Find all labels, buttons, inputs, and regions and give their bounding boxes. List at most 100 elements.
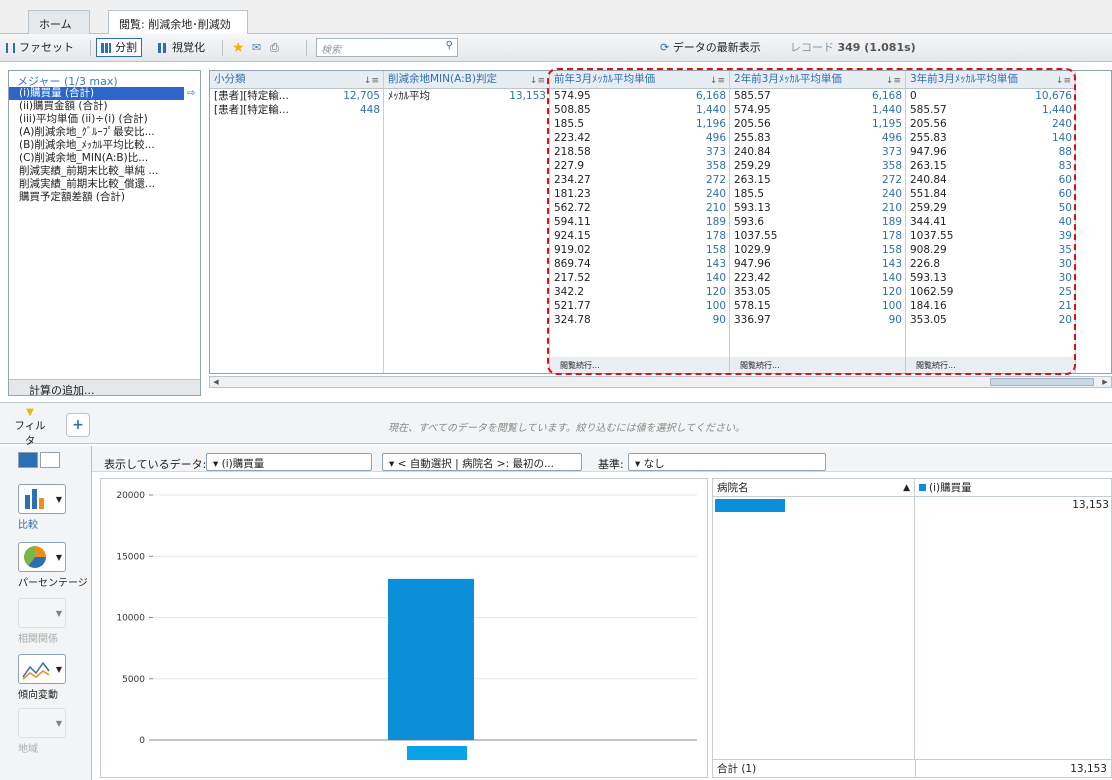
percentage-chart-button[interactable]: ▼ パーセンテージ <box>18 542 88 589</box>
grid-row[interactable]: 344.41 40 <box>906 215 1075 229</box>
grid-row[interactable]: 259.29 358 <box>730 159 905 173</box>
sort-icon[interactable]: ↓≡ <box>710 73 725 88</box>
grid-row[interactable]: 227.9 358 <box>550 159 729 173</box>
grid-row[interactable]: 574.95 1,440 <box>730 103 905 117</box>
grid-row[interactable]: 205.56 240 <box>906 117 1075 131</box>
grid-row[interactable]: 1037.55 39 <box>906 229 1075 243</box>
measure-item[interactable]: (iii)平均単価 (ii)÷(i) (合計) <box>9 113 200 126</box>
grid-row[interactable]: 226.8 30 <box>906 257 1075 271</box>
column-header[interactable]: 3年前3月ﾒｯｶﾙ平均単価 ↓≡ <box>906 71 1075 89</box>
grid-row[interactable]: 181.23 240 <box>550 187 729 201</box>
region-chart-button[interactable]: ▼ 地域 <box>18 708 68 755</box>
grid-row[interactable]: 184.16 21 <box>906 299 1075 313</box>
measure-drag-icon[interactable]: ⇨ <box>187 88 195 99</box>
grid-row[interactable]: 869.74 143 <box>550 257 729 271</box>
correlation-chart-button[interactable]: ▼ 相関関係 <box>18 598 68 645</box>
grid-row[interactable]: 521.77 100 <box>550 299 729 313</box>
grid-row[interactable]: 263.15 272 <box>730 173 905 187</box>
grid-row[interactable]: 562.72 210 <box>550 201 729 215</box>
browse-more-link[interactable]: 閲覧続行... <box>906 357 1075 373</box>
facet-button[interactable]: ファセット <box>6 39 74 57</box>
grid-row[interactable]: 217.52 140 <box>550 271 729 285</box>
grid-row[interactable]: 593.13 210 <box>730 201 905 215</box>
grid-row[interactable]: 353.05 120 <box>730 285 905 299</box>
grid-row[interactable]: 223.42 496 <box>550 131 729 145</box>
grid-row[interactable]: 578.15 100 <box>730 299 905 313</box>
grid-row[interactable]: [患者][特定輸... 448 <box>210 103 383 117</box>
basis-dropdown[interactable]: ▾ なし <box>628 453 826 471</box>
sort-asc-icon[interactable]: ▲ <box>903 479 910 497</box>
refresh-data-button[interactable]: ⟳ データの最新表示 <box>660 39 761 57</box>
favorite-star-icon[interactable]: ★ <box>232 39 245 57</box>
grid-row[interactable]: [患者][特定輸... 12,705 <box>210 89 383 103</box>
grid-row[interactable]: 0 10,676 <box>906 89 1075 103</box>
shown-data-dropdown[interactable]: ▾ (i)購買量 <box>206 453 372 471</box>
grid-row[interactable]: 919.02 158 <box>550 243 729 257</box>
grid-row[interactable]: 551.84 60 <box>906 187 1075 201</box>
grid-row[interactable]: 594.11 189 <box>550 215 729 229</box>
sort-icon[interactable]: ↓≡ <box>364 73 379 88</box>
grid-row[interactable]: 324.78 90 <box>550 313 729 327</box>
mail-icon[interactable]: ✉ <box>252 39 261 57</box>
measure-item[interactable]: (C)削減余地_MIN(A:B)比... <box>9 152 200 165</box>
browse-more-link[interactable]: 閲覧続行... <box>730 357 905 373</box>
bar[interactable] <box>388 578 474 740</box>
table-view-toggle-icon[interactable] <box>40 452 60 468</box>
column-header[interactable]: 小分類 ↓≡ <box>210 71 383 89</box>
grid-row[interactable]: 574.95 6,168 <box>550 89 729 103</box>
sort-icon[interactable]: ↓≡ <box>886 73 901 88</box>
x-category-label[interactable] <box>407 746 467 760</box>
grid-row[interactable]: 240.84 373 <box>730 145 905 159</box>
grid-row[interactable]: 593.6 189 <box>730 215 905 229</box>
grid-row[interactable]: 1062.59 25 <box>906 285 1075 299</box>
compare-chart-button[interactable]: ▼ 比較 <box>18 484 68 531</box>
grid-row[interactable]: 924.15 178 <box>550 229 729 243</box>
scroll-right-icon[interactable]: ▶ <box>1100 378 1110 386</box>
grid-row[interactable]: 1029.9 158 <box>730 243 905 257</box>
grid-row[interactable]: 947.96 88 <box>906 145 1075 159</box>
measure-item[interactable]: 削減実績_前期末比較_単純 ... <box>9 165 200 178</box>
sort-icon[interactable]: ↓≡ <box>530 73 545 88</box>
filter-button[interactable]: ▼ フィルタ <box>10 407 50 448</box>
measure-item[interactable]: (A)削減余地_ｸﾞﾙｰﾌﾟ最安比... <box>9 126 200 139</box>
grid-row[interactable]: 255.83 140 <box>906 131 1075 145</box>
measure-item[interactable]: (B)削減余地_ﾒｯｶﾙ平均比較... <box>9 139 200 152</box>
grid-row[interactable]: 218.58 373 <box>550 145 729 159</box>
measure-item[interactable]: 削減実績_前期末比較_償還... <box>9 178 200 191</box>
grid-row[interactable]: 1037.55 178 <box>730 229 905 243</box>
grid-row[interactable]: 259.29 50 <box>906 201 1075 215</box>
measure-item[interactable]: (ii)購買金額 (合計) <box>9 100 200 113</box>
column-header[interactable]: 前年3月ﾒｯｶﾙ平均単価 ↓≡ <box>550 71 729 89</box>
tab-home[interactable]: ホーム <box>28 10 90 34</box>
chart-view-toggle-icon[interactable] <box>18 452 38 468</box>
hospital-name-header[interactable]: 病院名 ▲ <box>713 479 915 497</box>
export-icon[interactable]: ⎙ <box>270 39 279 57</box>
measure-header[interactable]: (i)購買量 <box>915 479 1112 497</box>
grid-row[interactable]: 593.13 30 <box>906 271 1075 285</box>
grid-row[interactable]: 947.96 143 <box>730 257 905 271</box>
grid-row[interactable]: 205.56 1,195 <box>730 117 905 131</box>
search-icon[interactable]: ⚲ <box>446 40 453 51</box>
grid-row[interactable]: ﾒｯｶﾙ平均 13,153 <box>384 89 549 103</box>
add-filter-button[interactable]: + <box>66 413 90 437</box>
browse-more-link[interactable]: 閲覧続行... <box>550 357 729 373</box>
grid-row[interactable]: 223.42 140 <box>730 271 905 285</box>
grid-row[interactable]: 240.84 60 <box>906 173 1075 187</box>
scrollbar-thumb[interactable] <box>990 378 1094 386</box>
grid-row[interactable]: 263.15 83 <box>906 159 1075 173</box>
grid-row[interactable]: 342.2 120 <box>550 285 729 299</box>
sort-icon[interactable]: ↓≡ <box>1056 73 1071 88</box>
column-header[interactable]: 2年前3月ﾒｯｶﾙ平均単価 ↓≡ <box>730 71 905 89</box>
column-header[interactable]: 削減余地MIN(A:B)判定 ↓≡ <box>384 71 549 89</box>
search-input[interactable]: 検索 ⚲ <box>316 38 458 57</box>
scroll-left-icon[interactable]: ◀ <box>211 378 221 386</box>
visualize-button[interactable]: 視覚化 <box>158 39 205 57</box>
grid-row[interactable]: 508.85 1,440 <box>550 103 729 117</box>
measure-item[interactable]: 購買予定額差額 (合計) <box>9 191 200 204</box>
hospital-row-bar[interactable] <box>715 499 785 512</box>
grid-row[interactable]: 185.5 1,196 <box>550 117 729 131</box>
grid-row[interactable]: 585.57 6,168 <box>730 89 905 103</box>
grid-row[interactable]: 908.29 35 <box>906 243 1075 257</box>
trend-chart-button[interactable]: ▼ 傾向変動 <box>18 654 68 701</box>
split-button[interactable]: 分割 <box>96 38 142 57</box>
